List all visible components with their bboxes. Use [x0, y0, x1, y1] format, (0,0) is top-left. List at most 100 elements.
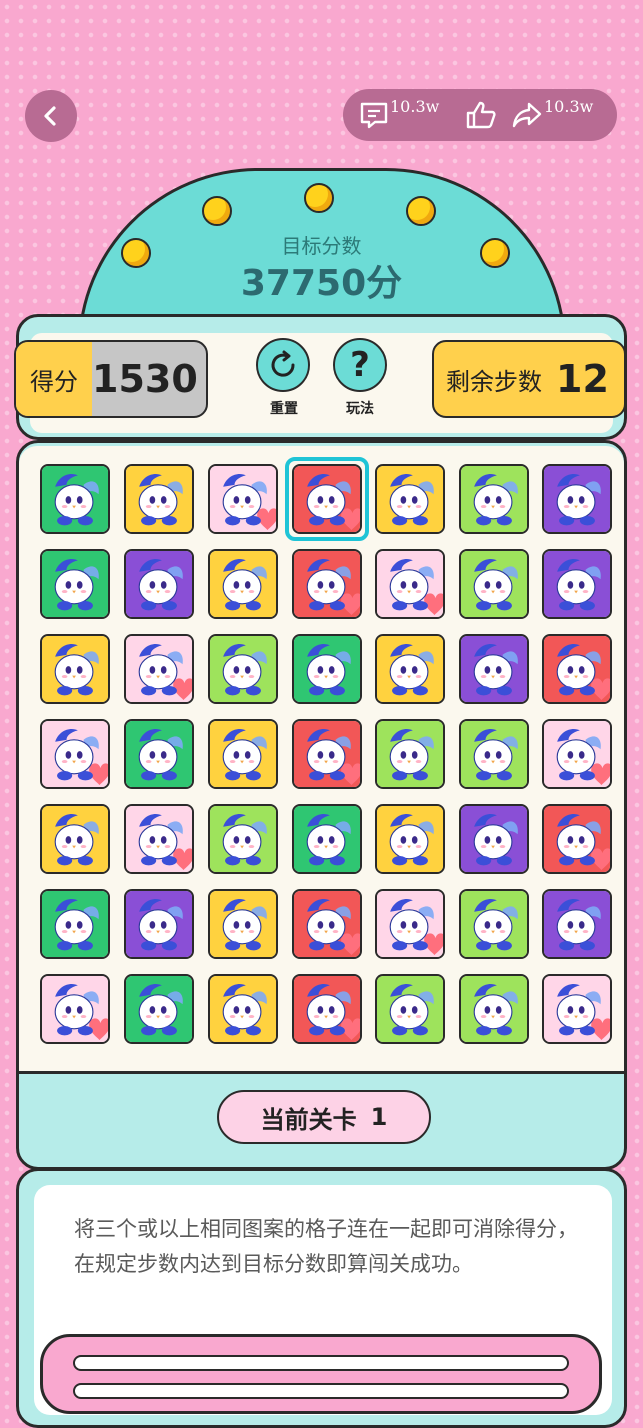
board-tile[interactable]: [375, 974, 445, 1044]
board-tile[interactable]: [375, 719, 445, 789]
board-tile[interactable]: [124, 804, 194, 874]
board-tile[interactable]: [375, 549, 445, 619]
board-tile[interactable]: [40, 719, 110, 789]
board-tile[interactable]: [375, 464, 445, 534]
bird-tile-icon: [126, 466, 192, 532]
bird-tile-icon: [544, 976, 610, 1042]
bird-tile-icon: [42, 806, 108, 872]
board-tile[interactable]: [375, 634, 445, 704]
board-tile[interactable]: [459, 719, 529, 789]
board-tile[interactable]: [208, 804, 278, 874]
bird-tile-icon: [461, 636, 527, 702]
board-tile[interactable]: [292, 634, 362, 704]
level-label: 当前关卡: [260, 1105, 357, 1134]
board-tile[interactable]: [40, 974, 110, 1044]
bird-tile-icon: [544, 551, 610, 617]
score-box: 得分 1530: [14, 340, 208, 418]
bird-tile-icon: [377, 806, 443, 872]
current-level-badge: 当前关卡 1: [217, 1090, 431, 1144]
back-button[interactable]: [25, 90, 77, 142]
board-tile[interactable]: [542, 719, 612, 789]
comments-count: 10.3w: [390, 96, 440, 116]
board-tile[interactable]: [208, 889, 278, 959]
like-button[interactable]: [465, 89, 497, 141]
board-tile[interactable]: [124, 464, 194, 534]
board-tile[interactable]: [208, 634, 278, 704]
bird-tile-icon: [544, 466, 610, 532]
board-tile[interactable]: [292, 974, 362, 1044]
board-tile[interactable]: [208, 464, 278, 534]
comments-stat[interactable]: 10.3w: [359, 89, 439, 141]
bird-tile-icon: [377, 891, 443, 957]
board-tile[interactable]: [40, 634, 110, 704]
bird-tile-icon: [544, 891, 610, 957]
bird-tile-icon: [126, 721, 192, 787]
bird-tile-icon: [126, 806, 192, 872]
bird-tile-icon: [210, 466, 276, 532]
bird-tile-icon: [377, 976, 443, 1042]
board-tile[interactable]: [292, 889, 362, 959]
board-tile[interactable]: [459, 464, 529, 534]
board-tile[interactable]: [292, 804, 362, 874]
board-tile[interactable]: [542, 549, 612, 619]
reset-label: 重置: [270, 401, 298, 417]
bird-tile-icon: [377, 636, 443, 702]
bird-tile-icon: [461, 976, 527, 1042]
board-tile[interactable]: [375, 889, 445, 959]
board-tile[interactable]: [542, 974, 612, 1044]
bird-tile-icon: [461, 721, 527, 787]
board-tile[interactable]: [208, 549, 278, 619]
board-tile[interactable]: [459, 889, 529, 959]
board-tile[interactable]: [292, 719, 362, 789]
bird-tile-icon: [210, 721, 276, 787]
board-tile[interactable]: [459, 804, 529, 874]
board-tile[interactable]: [459, 549, 529, 619]
board-tile[interactable]: [40, 549, 110, 619]
board-tile[interactable]: [124, 549, 194, 619]
board-tile[interactable]: [124, 974, 194, 1044]
decorative-panel: [40, 1334, 602, 1414]
light-bulb: [304, 183, 334, 213]
board-tile[interactable]: [459, 634, 529, 704]
board-tile[interactable]: [40, 464, 110, 534]
decorative-bar: [73, 1383, 569, 1399]
board-tile[interactable]: [542, 804, 612, 874]
light-bulb: [406, 196, 436, 226]
steps-label: 剩余步数: [446, 367, 542, 396]
bird-tile-icon: [42, 551, 108, 617]
board-tile[interactable]: [124, 889, 194, 959]
bird-tile-icon: [377, 721, 443, 787]
board-tile[interactable]: [375, 804, 445, 874]
help-button[interactable]: ?: [333, 338, 387, 392]
reset-button[interactable]: [256, 338, 310, 392]
board-tile[interactable]: [542, 634, 612, 704]
decorative-bar: [73, 1355, 569, 1371]
bird-tile-icon: [42, 721, 108, 787]
board-tile[interactable]: [542, 464, 612, 534]
board-tile[interactable]: [459, 974, 529, 1044]
bird-tile-icon: [461, 891, 527, 957]
board-tile[interactable]: [124, 719, 194, 789]
bird-tile-icon: [294, 636, 360, 702]
thumbs-up-icon: [466, 101, 496, 129]
bird-tile-icon: [210, 891, 276, 957]
board-tile[interactable]: [292, 549, 362, 619]
selected-tile-highlight: [285, 457, 369, 541]
board-tile[interactable]: [208, 974, 278, 1044]
steps-box: 剩余步数 12: [432, 340, 626, 418]
help-label: 玩法: [346, 401, 374, 417]
game-board: [19, 446, 624, 1074]
board-tile[interactable]: [542, 889, 612, 959]
chevron-left-icon: [44, 106, 56, 126]
bird-tile-icon: [210, 976, 276, 1042]
board-tile[interactable]: [40, 804, 110, 874]
share-stat[interactable]: 10.3w: [511, 89, 593, 141]
target-score-value: 37750分: [240, 263, 403, 304]
board-tile[interactable]: [124, 634, 194, 704]
bird-tile-icon: [544, 636, 610, 702]
board-tile[interactable]: [208, 719, 278, 789]
board-tile[interactable]: [40, 889, 110, 959]
bird-tile-icon: [42, 891, 108, 957]
score-label: 得分: [30, 367, 78, 396]
bird-tile-icon: [126, 976, 192, 1042]
